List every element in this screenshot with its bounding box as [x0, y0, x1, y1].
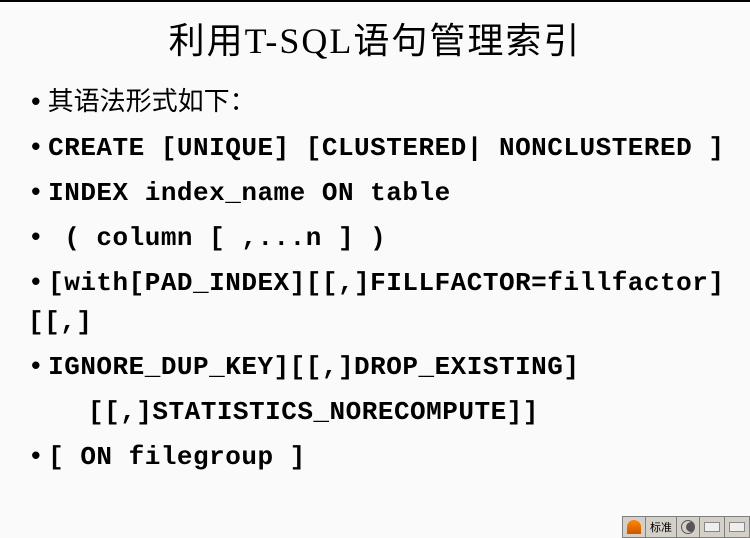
intro-text: 其语法形式如下：: [48, 87, 256, 116]
code-text: [[,]STATISTICS_NORECOMPUTE]]: [88, 397, 539, 427]
syntax-line-4: •[with[PAD_INDEX][[,]FILLFACTOR=fillfact…: [28, 264, 730, 342]
code-text: ( column [ ,...n ] ): [48, 223, 386, 253]
bullet-icon: •: [28, 129, 44, 168]
slide-title: 利用T-SQL语句管理索引: [20, 12, 730, 64]
bullet-icon: •: [28, 219, 44, 258]
statusbar-keyboard-icon[interactable]: [700, 517, 725, 537]
code-text: INDEX index_name ON table: [48, 178, 451, 208]
people-icon: [627, 520, 641, 534]
syntax-line-3: • ( column [ ,...n ] ): [28, 219, 730, 258]
bullet-icon: •: [28, 264, 44, 303]
statusbar-ime-label[interactable]: 标准: [646, 517, 677, 537]
content-body: •其语法形式如下： •CREATE [UNIQUE] [CLUSTERED| N…: [20, 82, 730, 477]
code-text: [ ON filegroup ]: [48, 442, 306, 472]
statusbar-moon-icon[interactable]: [677, 517, 700, 537]
status-bar: 标准: [622, 516, 750, 538]
ime-text: 标准: [650, 519, 672, 535]
intro-line: •其语法形式如下：: [28, 82, 730, 123]
statusbar-extra-icon[interactable]: [725, 517, 749, 537]
code-text: CREATE [UNIQUE] [CLUSTERED| NONCLUSTERED…: [48, 133, 724, 163]
moon-icon: [681, 520, 695, 534]
syntax-line-1: •CREATE [UNIQUE] [CLUSTERED| NONCLUSTERE…: [28, 129, 730, 168]
slide-content: 利用T-SQL语句管理索引 •其语法形式如下： •CREATE [UNIQUE]…: [0, 2, 750, 503]
code-text: [with[PAD_INDEX][[,]FILLFACTOR=fillfacto…: [28, 268, 724, 337]
syntax-line-5b: [[,]STATISTICS_NORECOMPUTE]]: [28, 393, 730, 432]
bullet-icon: •: [28, 438, 44, 477]
bullet-icon: •: [28, 174, 44, 213]
bullet-icon: •: [28, 348, 44, 387]
keyboard-icon: [704, 522, 720, 532]
syntax-line-6: •[ ON filegroup ]: [28, 438, 730, 477]
syntax-line-5: •IGNORE_DUP_KEY][[,]DROP_EXISTING]: [28, 348, 730, 387]
keyboard-icon: [729, 522, 745, 532]
statusbar-people-icon[interactable]: [623, 517, 646, 537]
bullet-icon: •: [28, 84, 44, 123]
code-text: IGNORE_DUP_KEY][[,]DROP_EXISTING]: [48, 352, 579, 382]
syntax-line-2: •INDEX index_name ON table: [28, 174, 730, 213]
